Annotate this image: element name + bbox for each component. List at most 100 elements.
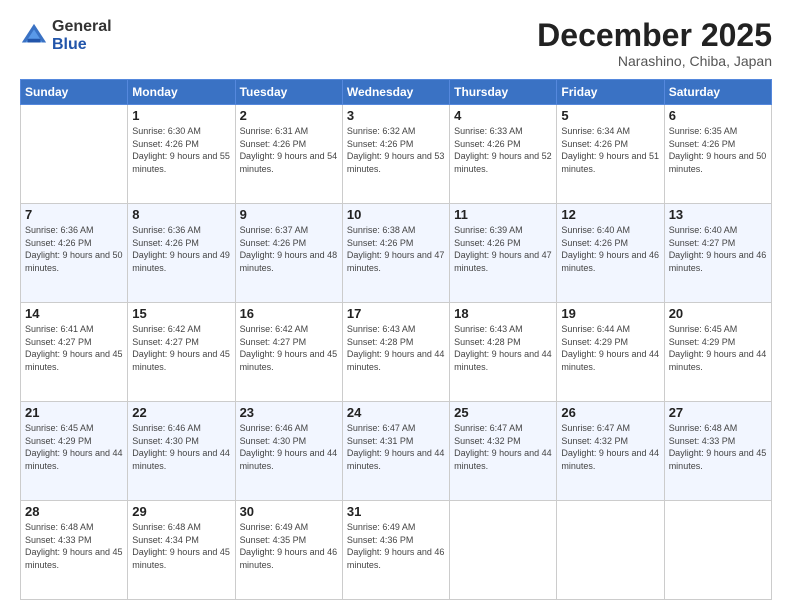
- day-number: 29: [132, 504, 230, 519]
- day-number: 6: [669, 108, 767, 123]
- day-header-tuesday: Tuesday: [235, 80, 342, 105]
- week-row-2: 14 Sunrise: 6:41 AMSunset: 4:27 PMDaylig…: [21, 303, 772, 402]
- day-cell: 2 Sunrise: 6:31 AMSunset: 4:26 PMDayligh…: [235, 105, 342, 204]
- day-info: Sunrise: 6:43 AMSunset: 4:28 PMDaylight:…: [454, 324, 552, 372]
- header: General Blue December 2025 Narashino, Ch…: [20, 18, 772, 69]
- logo-text: General Blue: [52, 18, 112, 53]
- day-cell: 19 Sunrise: 6:44 AMSunset: 4:29 PMDaylig…: [557, 303, 664, 402]
- day-number: 24: [347, 405, 445, 420]
- day-number: 8: [132, 207, 230, 222]
- logo-icon: [20, 22, 48, 50]
- day-info: Sunrise: 6:46 AMSunset: 4:30 PMDaylight:…: [240, 423, 338, 471]
- day-cell: 28 Sunrise: 6:48 AMSunset: 4:33 PMDaylig…: [21, 501, 128, 600]
- logo-general: General: [52, 18, 112, 36]
- calendar-table: SundayMondayTuesdayWednesdayThursdayFrid…: [20, 79, 772, 600]
- day-number: 17: [347, 306, 445, 321]
- day-number: 25: [454, 405, 552, 420]
- day-number: 20: [669, 306, 767, 321]
- day-number: 10: [347, 207, 445, 222]
- week-row-4: 28 Sunrise: 6:48 AMSunset: 4:33 PMDaylig…: [21, 501, 772, 600]
- day-number: 21: [25, 405, 123, 420]
- day-info: Sunrise: 6:42 AMSunset: 4:27 PMDaylight:…: [132, 324, 230, 372]
- day-cell: 10 Sunrise: 6:38 AMSunset: 4:26 PMDaylig…: [342, 204, 449, 303]
- day-info: Sunrise: 6:39 AMSunset: 4:26 PMDaylight:…: [454, 225, 552, 273]
- title-block: December 2025 Narashino, Chiba, Japan: [537, 18, 772, 69]
- day-cell: 4 Sunrise: 6:33 AMSunset: 4:26 PMDayligh…: [450, 105, 557, 204]
- day-number: 26: [561, 405, 659, 420]
- day-info: Sunrise: 6:44 AMSunset: 4:29 PMDaylight:…: [561, 324, 659, 372]
- day-number: 13: [669, 207, 767, 222]
- day-info: Sunrise: 6:30 AMSunset: 4:26 PMDaylight:…: [132, 126, 230, 174]
- day-cell: [450, 501, 557, 600]
- week-row-0: 1 Sunrise: 6:30 AMSunset: 4:26 PMDayligh…: [21, 105, 772, 204]
- day-cell: 23 Sunrise: 6:46 AMSunset: 4:30 PMDaylig…: [235, 402, 342, 501]
- page: General Blue December 2025 Narashino, Ch…: [0, 0, 792, 612]
- day-number: 22: [132, 405, 230, 420]
- day-info: Sunrise: 6:46 AMSunset: 4:30 PMDaylight:…: [132, 423, 230, 471]
- logo-blue: Blue: [52, 36, 112, 54]
- day-number: 23: [240, 405, 338, 420]
- day-info: Sunrise: 6:48 AMSunset: 4:33 PMDaylight:…: [669, 423, 767, 471]
- day-header-thursday: Thursday: [450, 80, 557, 105]
- day-header-sunday: Sunday: [21, 80, 128, 105]
- day-number: 5: [561, 108, 659, 123]
- day-info: Sunrise: 6:48 AMSunset: 4:34 PMDaylight:…: [132, 522, 230, 570]
- day-number: 27: [669, 405, 767, 420]
- day-info: Sunrise: 6:32 AMSunset: 4:26 PMDaylight:…: [347, 126, 445, 174]
- day-number: 1: [132, 108, 230, 123]
- day-info: Sunrise: 6:45 AMSunset: 4:29 PMDaylight:…: [669, 324, 767, 372]
- day-cell: 25 Sunrise: 6:47 AMSunset: 4:32 PMDaylig…: [450, 402, 557, 501]
- day-cell: 16 Sunrise: 6:42 AMSunset: 4:27 PMDaylig…: [235, 303, 342, 402]
- day-cell: 18 Sunrise: 6:43 AMSunset: 4:28 PMDaylig…: [450, 303, 557, 402]
- day-cell: 9 Sunrise: 6:37 AMSunset: 4:26 PMDayligh…: [235, 204, 342, 303]
- day-number: 2: [240, 108, 338, 123]
- day-cell: 6 Sunrise: 6:35 AMSunset: 4:26 PMDayligh…: [664, 105, 771, 204]
- day-number: 7: [25, 207, 123, 222]
- day-info: Sunrise: 6:35 AMSunset: 4:26 PMDaylight:…: [669, 126, 767, 174]
- day-info: Sunrise: 6:47 AMSunset: 4:32 PMDaylight:…: [561, 423, 659, 471]
- day-cell: 30 Sunrise: 6:49 AMSunset: 4:35 PMDaylig…: [235, 501, 342, 600]
- day-cell: 20 Sunrise: 6:45 AMSunset: 4:29 PMDaylig…: [664, 303, 771, 402]
- day-cell: 12 Sunrise: 6:40 AMSunset: 4:26 PMDaylig…: [557, 204, 664, 303]
- day-cell: [21, 105, 128, 204]
- day-info: Sunrise: 6:41 AMSunset: 4:27 PMDaylight:…: [25, 324, 123, 372]
- day-info: Sunrise: 6:48 AMSunset: 4:33 PMDaylight:…: [25, 522, 123, 570]
- header-row: SundayMondayTuesdayWednesdayThursdayFrid…: [21, 80, 772, 105]
- day-cell: 3 Sunrise: 6:32 AMSunset: 4:26 PMDayligh…: [342, 105, 449, 204]
- day-info: Sunrise: 6:36 AMSunset: 4:26 PMDaylight:…: [132, 225, 230, 273]
- day-number: 16: [240, 306, 338, 321]
- day-info: Sunrise: 6:42 AMSunset: 4:27 PMDaylight:…: [240, 324, 338, 372]
- day-info: Sunrise: 6:47 AMSunset: 4:32 PMDaylight:…: [454, 423, 552, 471]
- day-header-monday: Monday: [128, 80, 235, 105]
- day-cell: 27 Sunrise: 6:48 AMSunset: 4:33 PMDaylig…: [664, 402, 771, 501]
- day-info: Sunrise: 6:31 AMSunset: 4:26 PMDaylight:…: [240, 126, 338, 174]
- day-cell: [664, 501, 771, 600]
- day-info: Sunrise: 6:37 AMSunset: 4:26 PMDaylight:…: [240, 225, 338, 273]
- day-number: 28: [25, 504, 123, 519]
- day-cell: 24 Sunrise: 6:47 AMSunset: 4:31 PMDaylig…: [342, 402, 449, 501]
- day-info: Sunrise: 6:45 AMSunset: 4:29 PMDaylight:…: [25, 423, 123, 471]
- day-number: 11: [454, 207, 552, 222]
- day-cell: 1 Sunrise: 6:30 AMSunset: 4:26 PMDayligh…: [128, 105, 235, 204]
- day-cell: 14 Sunrise: 6:41 AMSunset: 4:27 PMDaylig…: [21, 303, 128, 402]
- day-number: 31: [347, 504, 445, 519]
- day-cell: 11 Sunrise: 6:39 AMSunset: 4:26 PMDaylig…: [450, 204, 557, 303]
- day-number: 30: [240, 504, 338, 519]
- day-number: 15: [132, 306, 230, 321]
- week-row-1: 7 Sunrise: 6:36 AMSunset: 4:26 PMDayligh…: [21, 204, 772, 303]
- day-cell: 5 Sunrise: 6:34 AMSunset: 4:26 PMDayligh…: [557, 105, 664, 204]
- day-cell: 8 Sunrise: 6:36 AMSunset: 4:26 PMDayligh…: [128, 204, 235, 303]
- day-info: Sunrise: 6:43 AMSunset: 4:28 PMDaylight:…: [347, 324, 445, 372]
- day-info: Sunrise: 6:40 AMSunset: 4:26 PMDaylight:…: [561, 225, 659, 273]
- day-number: 18: [454, 306, 552, 321]
- location: Narashino, Chiba, Japan: [537, 53, 772, 69]
- day-cell: 22 Sunrise: 6:46 AMSunset: 4:30 PMDaylig…: [128, 402, 235, 501]
- day-info: Sunrise: 6:47 AMSunset: 4:31 PMDaylight:…: [347, 423, 445, 471]
- day-info: Sunrise: 6:34 AMSunset: 4:26 PMDaylight:…: [561, 126, 659, 174]
- day-number: 4: [454, 108, 552, 123]
- day-info: Sunrise: 6:33 AMSunset: 4:26 PMDaylight:…: [454, 126, 552, 174]
- day-info: Sunrise: 6:49 AMSunset: 4:35 PMDaylight:…: [240, 522, 338, 570]
- day-info: Sunrise: 6:38 AMSunset: 4:26 PMDaylight:…: [347, 225, 445, 273]
- day-cell: 26 Sunrise: 6:47 AMSunset: 4:32 PMDaylig…: [557, 402, 664, 501]
- day-cell: 31 Sunrise: 6:49 AMSunset: 4:36 PMDaylig…: [342, 501, 449, 600]
